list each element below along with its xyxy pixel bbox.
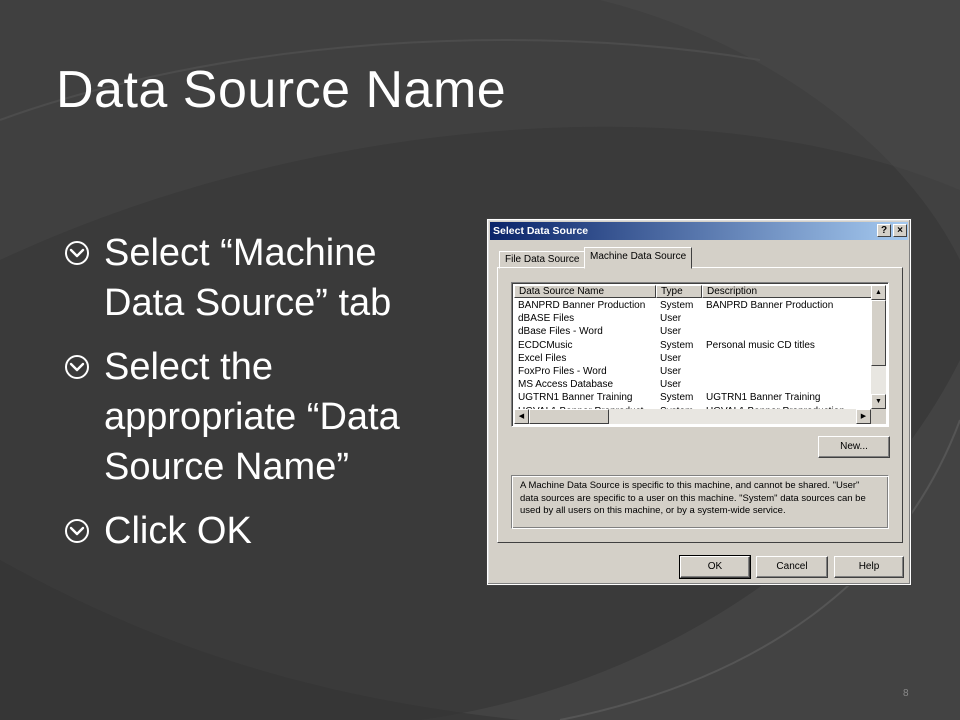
- cell-name: dBase Files - Word: [518, 326, 603, 338]
- close-titlebar-button[interactable]: ×: [893, 224, 907, 237]
- table-row[interactable]: MS Access Database User: [514, 378, 872, 391]
- cell-type: User: [660, 365, 682, 377]
- dialog-titlebar[interactable]: Select Data Source ? ×: [490, 222, 908, 240]
- cell-name: MS Access Database: [518, 379, 614, 391]
- help-titlebar-button[interactable]: ?: [877, 224, 891, 237]
- list-rows: BANPRD Banner Production System BANPRD Ban…: [514, 299, 872, 418]
- bullet-text: Click OK: [104, 510, 252, 552]
- circled-arrow-bullet-icon: [65, 241, 89, 265]
- scroll-up-icon[interactable]: ▲: [871, 285, 886, 300]
- table-row[interactable]: dBASE Files User: [514, 312, 872, 325]
- circled-arrow-bullet-icon: [65, 519, 89, 543]
- cell-type: User: [660, 352, 682, 364]
- select-data-source-dialog: Select Data Source ? × File Data Source …: [486, 218, 912, 586]
- bullet-item: Click OK: [64, 506, 464, 556]
- cell-name: dBASE Files: [518, 313, 575, 325]
- page-number: 8: [903, 688, 909, 699]
- dialog-title: Select Data Source: [493, 225, 589, 237]
- cell-type: User: [660, 326, 682, 338]
- cell-description: BANPRD Banner Production: [706, 300, 834, 311]
- info-text: A Machine Data Source is specific to thi…: [511, 475, 889, 529]
- vertical-scrollbar[interactable]: ▲ ▼: [871, 285, 886, 409]
- circled-arrow-bullet-icon: [65, 355, 89, 379]
- vertical-scroll-thumb[interactable]: [871, 300, 886, 366]
- scroll-left-icon[interactable]: ◀: [514, 409, 529, 424]
- help-button[interactable]: Help: [834, 556, 904, 578]
- cell-type: System: [660, 339, 694, 351]
- bullet-list: Select “Machine Data Source” tab Select …: [64, 228, 464, 570]
- ok-button[interactable]: OK: [679, 555, 751, 579]
- column-header-name[interactable]: Data Source Name: [514, 285, 656, 298]
- scroll-down-icon[interactable]: ▼: [871, 394, 886, 409]
- bullet-text: Select the appropriate “Data Source Name…: [104, 346, 400, 488]
- bullet-item: Select “Machine Data Source” tab: [64, 228, 464, 328]
- cell-name: FoxPro Files - Word: [518, 365, 607, 377]
- cell-type: System: [660, 300, 694, 311]
- column-header-description[interactable]: Description: [702, 285, 872, 298]
- scroll-corner: [871, 409, 886, 424]
- cell-description: UGTRN1 Banner Training: [706, 392, 821, 404]
- cell-name: Excel Files: [518, 352, 567, 364]
- cell-type: System: [660, 392, 694, 404]
- cell-type: User: [660, 379, 682, 391]
- new-button[interactable]: New...: [818, 436, 890, 458]
- horizontal-scroll-thumb[interactable]: [529, 409, 609, 424]
- tab-machine-data-source[interactable]: Machine Data Source: [584, 247, 693, 269]
- bullet-text: Select “Machine Data Source” tab: [104, 232, 392, 324]
- cancel-button[interactable]: Cancel: [756, 556, 828, 578]
- cell-type: User: [660, 313, 682, 325]
- horizontal-scrollbar[interactable]: ◀ ▶: [514, 409, 871, 424]
- tab-panel: Data Source Name Type Description BANPRD…: [497, 267, 903, 543]
- table-row[interactable]: Excel Files User: [514, 352, 872, 365]
- cell-name: ECDCMusic: [518, 339, 573, 351]
- bullet-item: Select the appropriate “Data Source Name…: [64, 342, 464, 492]
- scroll-right-icon[interactable]: ▶: [856, 409, 871, 424]
- data-source-list[interactable]: Data Source Name Type Description BANPRD…: [511, 282, 889, 427]
- table-row[interactable]: UGTRN1 Banner Training System UGTRN1 Banne…: [514, 391, 872, 404]
- slide-title: Data Source Name: [56, 61, 507, 119]
- table-row[interactable]: BANPRD Banner Production System BANPRD Ban…: [514, 299, 872, 312]
- column-header-type[interactable]: Type: [656, 285, 702, 298]
- table-row[interactable]: FoxPro Files - Word User: [514, 365, 872, 378]
- table-row[interactable]: ECDCMusic System Personal music CD titles: [514, 339, 872, 352]
- cell-name: UGTRN1 Banner Training: [518, 392, 633, 404]
- cell-description: Personal music CD titles: [706, 339, 815, 351]
- cell-name: BANPRD Banner Production: [518, 300, 646, 311]
- table-row[interactable]: dBase Files - Word User: [514, 325, 872, 338]
